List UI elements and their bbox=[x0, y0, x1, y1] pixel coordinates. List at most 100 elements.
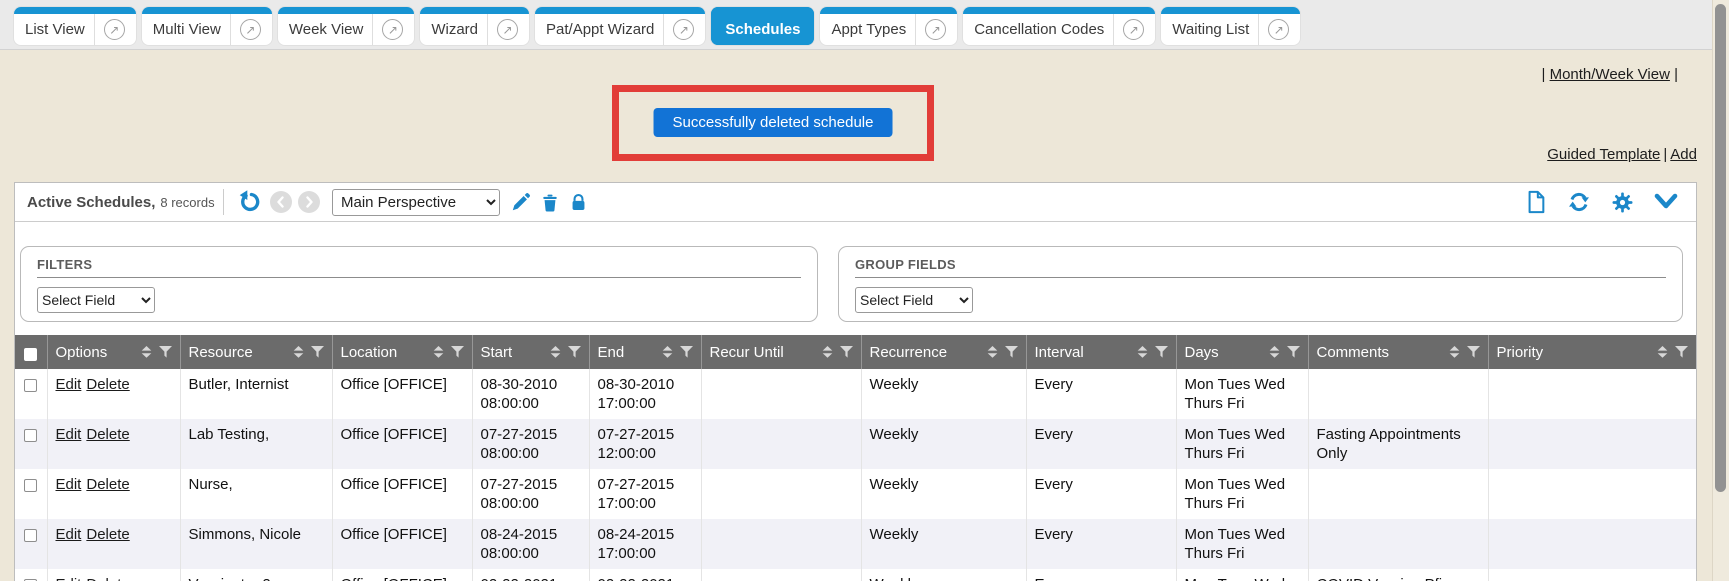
tab-waiting-list[interactable]: Waiting List↗ bbox=[1161, 7, 1300, 45]
priority-cell bbox=[1488, 519, 1696, 569]
sort-icon[interactable] bbox=[550, 346, 561, 358]
sort-icon[interactable] bbox=[822, 346, 833, 358]
filter-funnel-icon[interactable] bbox=[159, 346, 172, 358]
options-cell: Edit Delete bbox=[47, 569, 180, 581]
open-in-window-icon[interactable]: ↗ bbox=[382, 19, 403, 40]
open-in-window-icon[interactable]: ↗ bbox=[1123, 19, 1144, 40]
success-toast-button[interactable]: Successfully deleted schedule bbox=[654, 108, 893, 137]
sort-icon[interactable] bbox=[293, 346, 304, 358]
tab-stripe bbox=[820, 7, 957, 14]
guided-template-add-line: Guided Template|Add bbox=[1547, 146, 1697, 163]
filters-field-select[interactable]: Select Field bbox=[37, 287, 155, 313]
chevron-down-icon[interactable] bbox=[1654, 193, 1678, 211]
open-in-window-icon[interactable]: ↗ bbox=[1268, 19, 1289, 40]
edit-link[interactable]: Edit bbox=[56, 526, 82, 543]
group-fields-field-select[interactable]: Select Field bbox=[855, 287, 973, 313]
column-label: Recur Until bbox=[710, 344, 784, 361]
tab-divider bbox=[487, 14, 488, 45]
filter-funnel-icon[interactable] bbox=[451, 346, 464, 358]
edit-link[interactable]: Edit bbox=[56, 576, 82, 581]
open-in-window-icon[interactable]: ↗ bbox=[497, 19, 518, 40]
new-document-icon[interactable] bbox=[1525, 190, 1547, 214]
filter-funnel-icon[interactable] bbox=[1675, 346, 1688, 358]
row-checkbox[interactable] bbox=[24, 479, 37, 492]
guided-template-link[interactable]: Guided Template bbox=[1547, 146, 1660, 163]
grid-title-text: Active Schedules, bbox=[27, 194, 155, 211]
delete-link[interactable]: Delete bbox=[86, 526, 129, 543]
perspective-select[interactable]: Main Perspective bbox=[332, 189, 500, 216]
tab-cancellation-codes[interactable]: Cancellation Codes↗ bbox=[963, 7, 1155, 45]
tab-schedules[interactable]: Schedules bbox=[711, 7, 814, 45]
column-label: Comments bbox=[1317, 344, 1390, 361]
refresh-icon[interactable] bbox=[1567, 190, 1591, 214]
location-cell: Office [OFFICE] bbox=[332, 519, 472, 569]
days-cell: Mon Tues Wed Thurs Fri bbox=[1176, 369, 1308, 419]
sort-icon[interactable] bbox=[1137, 346, 1148, 358]
delete-link[interactable]: Delete bbox=[86, 376, 129, 393]
filter-funnel-icon[interactable] bbox=[568, 346, 581, 358]
priority-cell bbox=[1488, 419, 1696, 469]
tab-week-view[interactable]: Week View↗ bbox=[278, 7, 414, 45]
sort-icon[interactable] bbox=[1657, 346, 1668, 358]
gear-icon[interactable] bbox=[1611, 191, 1634, 214]
tab-appt-types[interactable]: Appt Types↗ bbox=[820, 7, 957, 45]
row-checkbox[interactable] bbox=[24, 529, 37, 542]
edit-link[interactable]: Edit bbox=[56, 376, 82, 393]
column-label: Days bbox=[1185, 344, 1219, 361]
column-header-interval: Interval bbox=[1026, 335, 1176, 369]
recurrence-cell: Weekly bbox=[861, 569, 1026, 581]
recur-until-cell bbox=[701, 419, 861, 469]
sort-icon[interactable] bbox=[141, 346, 152, 358]
filter-funnel-icon[interactable] bbox=[1287, 346, 1300, 358]
tab-stripe bbox=[711, 7, 814, 14]
filter-funnel-icon[interactable] bbox=[1005, 346, 1018, 358]
tab-pat-appt-wizard[interactable]: Pat/Appt Wizard↗ bbox=[535, 7, 705, 45]
select-all-checkbox[interactable] bbox=[24, 348, 37, 361]
filter-funnel-icon[interactable] bbox=[1467, 346, 1480, 358]
pencil-icon[interactable] bbox=[510, 192, 531, 213]
column-header-comments: Comments bbox=[1308, 335, 1488, 369]
delete-link[interactable]: Delete bbox=[86, 426, 129, 443]
open-in-window-icon[interactable]: ↗ bbox=[240, 19, 261, 40]
sort-icon[interactable] bbox=[987, 346, 998, 358]
sort-icon[interactable] bbox=[1449, 346, 1460, 358]
row-select-cell bbox=[15, 569, 47, 581]
edit-link[interactable]: Edit bbox=[56, 426, 82, 443]
filter-funnel-icon[interactable] bbox=[680, 346, 693, 358]
comments-cell: Fasting Appointments Only bbox=[1308, 419, 1488, 469]
month-week-view-link[interactable]: Month/Week View bbox=[1550, 66, 1670, 83]
sort-icon[interactable] bbox=[1269, 346, 1280, 358]
tab-multi-view[interactable]: Multi View↗ bbox=[142, 7, 272, 45]
resource-cell: Butler, Internist bbox=[180, 369, 332, 419]
filter-funnel-icon[interactable] bbox=[311, 346, 324, 358]
undo-icon[interactable] bbox=[238, 189, 264, 215]
filter-funnel-icon[interactable] bbox=[1155, 346, 1168, 358]
filter-funnel-icon[interactable] bbox=[840, 346, 853, 358]
sort-icon[interactable] bbox=[433, 346, 444, 358]
lock-icon[interactable] bbox=[569, 192, 588, 213]
tab-stripe bbox=[1161, 7, 1300, 14]
column-label: Resource bbox=[189, 344, 253, 361]
next-icon[interactable] bbox=[298, 191, 320, 213]
delete-link[interactable]: Delete bbox=[86, 576, 129, 581]
open-in-window-icon[interactable]: ↗ bbox=[104, 19, 125, 40]
row-checkbox[interactable] bbox=[24, 429, 37, 442]
recur-until-cell bbox=[701, 469, 861, 519]
open-in-window-icon[interactable]: ↗ bbox=[673, 19, 694, 40]
tab-list-view[interactable]: List View↗ bbox=[14, 7, 136, 45]
tab-divider bbox=[663, 14, 664, 45]
delete-link[interactable]: Delete bbox=[86, 476, 129, 493]
trash-icon[interactable] bbox=[540, 192, 560, 213]
end-cell: 08-24-2015 17:00:00 bbox=[589, 519, 701, 569]
prev-icon[interactable] bbox=[270, 191, 292, 213]
sort-icon[interactable] bbox=[662, 346, 673, 358]
open-in-window-icon[interactable]: ↗ bbox=[925, 19, 946, 40]
add-link[interactable]: Add bbox=[1670, 146, 1697, 163]
filters-box: FILTERS Select Field bbox=[20, 246, 818, 322]
edit-link[interactable]: Edit bbox=[56, 476, 82, 493]
row-checkbox[interactable] bbox=[24, 379, 37, 392]
vertical-scrollbar-track[interactable] bbox=[1712, 0, 1729, 581]
vertical-scrollbar-thumb[interactable] bbox=[1715, 4, 1726, 492]
row-select-cell bbox=[15, 469, 47, 519]
tab-wizard[interactable]: Wizard↗ bbox=[420, 7, 529, 45]
